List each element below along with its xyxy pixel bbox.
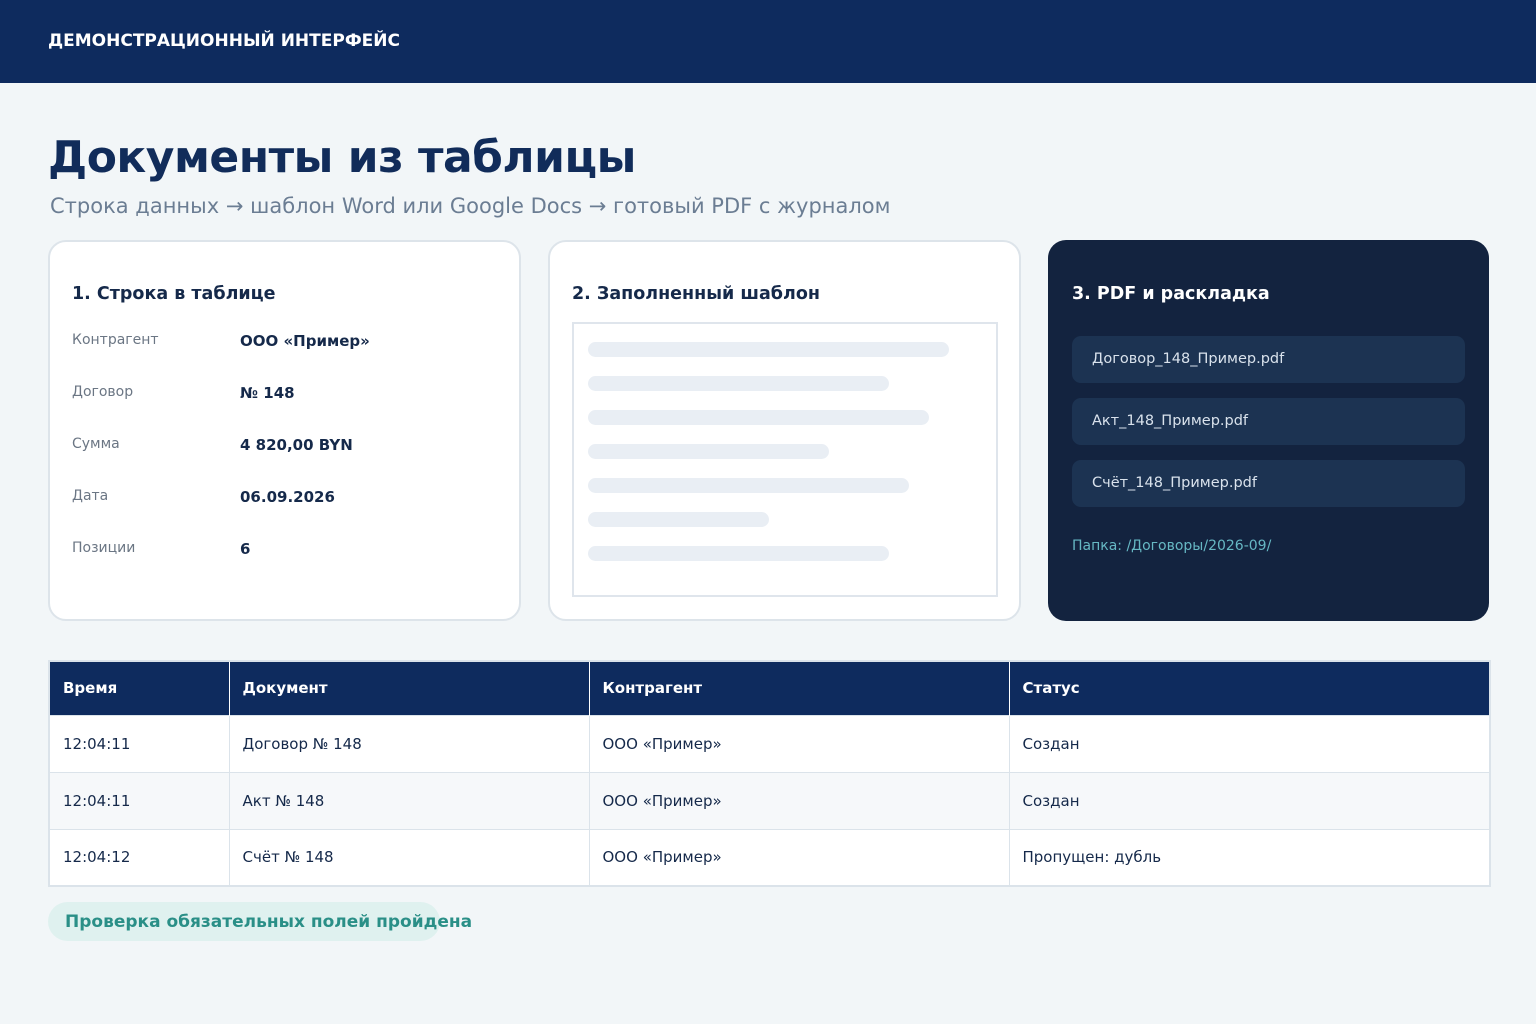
field-date: Дата 06.09.2026 bbox=[72, 488, 492, 510]
cell-counterparty: ООО «Пример» bbox=[589, 771, 1010, 829]
pdf-file-name: Договор_148_Пример.pdf bbox=[1092, 351, 1285, 367]
page-subtitle: Строка данных → шаблон Word или Google D… bbox=[50, 194, 891, 218]
column-header-counterparty: Контрагент bbox=[589, 661, 1010, 715]
pdf-file-item[interactable]: Счёт_148_Пример.pdf bbox=[1072, 460, 1465, 507]
field-contract: Договор № 148 bbox=[72, 384, 492, 406]
cell-time: 12:04:12 bbox=[49, 828, 230, 886]
field-label: Позиции bbox=[72, 540, 136, 556]
text-line-placeholder bbox=[588, 376, 889, 391]
pdf-output-card: 3. PDF и раскладка Договор_148_Пример.pd… bbox=[1048, 240, 1489, 621]
text-line-placeholder bbox=[588, 342, 949, 357]
generation-log-table: Время Документ Контрагент Статус 12:04:1… bbox=[48, 660, 1491, 887]
field-value: ООО «Пример» bbox=[240, 332, 370, 350]
pdf-output-card-title: 3. PDF и раскладка bbox=[1072, 284, 1270, 304]
document-preview bbox=[572, 322, 998, 597]
cell-counterparty: ООО «Пример» bbox=[589, 828, 1010, 886]
table-row: 12:04:11 Акт № 148 ООО «Пример» Создан bbox=[49, 771, 1490, 829]
field-positions: Позиции 6 bbox=[72, 540, 492, 562]
pdf-file-name: Акт_148_Пример.pdf bbox=[1092, 413, 1249, 429]
text-line-placeholder bbox=[588, 512, 769, 527]
filled-template-card-title: 2. Заполненный шаблон bbox=[572, 284, 820, 304]
filled-template-card: 2. Заполненный шаблон bbox=[548, 240, 1021, 621]
field-value: 4 820,00 BYN bbox=[240, 436, 353, 454]
column-header-status: Статус bbox=[1009, 661, 1490, 715]
table-header-row: Время Документ Контрагент Статус bbox=[49, 661, 1490, 715]
field-value: 6 bbox=[240, 540, 251, 558]
text-line-placeholder bbox=[588, 444, 829, 459]
field-label: Договор bbox=[72, 384, 134, 400]
table-row: 12:04:11 Договор № 148 ООО «Пример» Созд… bbox=[49, 714, 1490, 772]
cell-status: Создан bbox=[1009, 714, 1490, 772]
cell-status: Создан bbox=[1009, 771, 1490, 829]
field-label: Сумма bbox=[72, 436, 120, 452]
cell-document: Договор № 148 bbox=[229, 714, 590, 772]
field-value: 06.09.2026 bbox=[240, 488, 335, 506]
output-folder-path: Папка: /Договоры/2026-09/ bbox=[1072, 538, 1272, 554]
table-row: 12:04:12 Счёт № 148 ООО «Пример» Пропуще… bbox=[49, 828, 1490, 886]
text-line-placeholder bbox=[588, 546, 889, 561]
column-header-document: Документ bbox=[229, 661, 590, 715]
pdf-file-item[interactable]: Договор_148_Пример.pdf bbox=[1072, 336, 1465, 383]
page-title: Документы из таблицы bbox=[48, 132, 636, 183]
source-row-card-title: 1. Строка в таблице bbox=[72, 284, 276, 304]
pdf-file-item[interactable]: Акт_148_Пример.pdf bbox=[1072, 398, 1465, 445]
pdf-file-name: Счёт_148_Пример.pdf bbox=[1092, 475, 1257, 491]
field-label: Контрагент bbox=[72, 332, 159, 348]
field-label: Дата bbox=[72, 488, 109, 504]
text-line-placeholder bbox=[588, 410, 929, 425]
text-line-placeholder bbox=[588, 478, 909, 493]
field-value: № 148 bbox=[240, 384, 295, 402]
top-bar: ДЕМОНСТРАЦИОННЫЙ ИНТЕРФЕЙС bbox=[0, 0, 1536, 83]
source-row-card: 1. Строка в таблице Контрагент ООО «Прим… bbox=[48, 240, 521, 621]
validation-status-badge: Проверка обязательных полей пройдена bbox=[48, 902, 472, 941]
cell-status: Пропущен: дубль bbox=[1009, 828, 1490, 886]
app-brand: ДЕМОНСТРАЦИОННЫЙ ИНТЕРФЕЙС bbox=[48, 31, 401, 51]
cell-counterparty: ООО «Пример» bbox=[589, 714, 1010, 772]
cell-time: 12:04:11 bbox=[49, 771, 230, 829]
field-counterparty: Контрагент ООО «Пример» bbox=[72, 332, 492, 354]
cell-time: 12:04:11 bbox=[49, 714, 230, 772]
validation-status-text: Проверка обязательных полей пройдена bbox=[65, 912, 473, 932]
cell-document: Акт № 148 bbox=[229, 771, 590, 829]
field-amount: Сумма 4 820,00 BYN bbox=[72, 436, 492, 458]
column-header-time: Время bbox=[49, 661, 230, 715]
cell-document: Счёт № 148 bbox=[229, 828, 590, 886]
